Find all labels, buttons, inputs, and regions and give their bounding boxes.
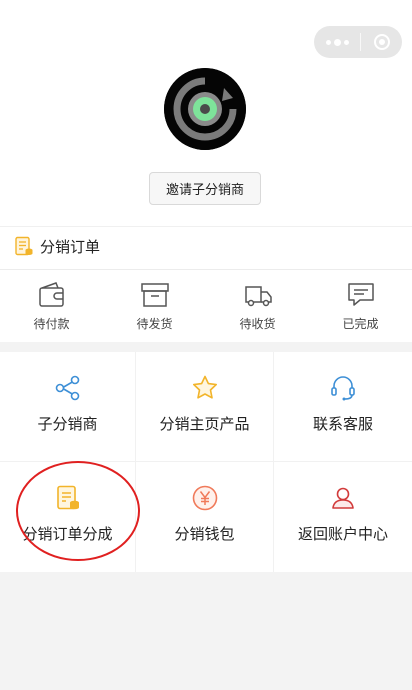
status-label: 待发货	[136, 317, 173, 331]
wallet-icon	[38, 282, 64, 307]
grid-item-label: 联系客服	[312, 415, 373, 433]
status-pending-shipment[interactable]: 待发货	[103, 281, 206, 339]
message-icon	[347, 283, 374, 306]
share-icon	[55, 375, 79, 401]
user-icon	[332, 487, 354, 509]
grid-item-label: 子分销商	[37, 415, 98, 433]
status-pending-receipt[interactable]: 待收货	[206, 281, 309, 339]
orders-header[interactable]: 分销订单	[14, 234, 100, 258]
grid-item-label: 分销主页产品	[159, 415, 250, 433]
logo-icon	[164, 68, 246, 150]
invite-sub-distributor-button[interactable]: 邀请子分销商	[149, 172, 261, 205]
order-list-icon	[56, 485, 79, 510]
orders-divider	[0, 269, 412, 270]
yen-coin-icon	[192, 485, 217, 511]
star-icon	[192, 375, 217, 399]
grid-item-label: 返回账户中心	[297, 525, 388, 543]
more-icon[interactable]	[314, 26, 360, 58]
mini-program-capsule	[314, 26, 402, 58]
close-target-icon[interactable]	[361, 26, 402, 58]
profile-header: 邀请子分销商	[0, 0, 412, 226]
truck-icon	[244, 286, 272, 307]
order-list-icon	[15, 236, 33, 256]
box-icon	[140, 283, 169, 307]
order-status-row: 待付款 待发货 待收货 已完成	[0, 281, 412, 339]
grid-item-label: 分销钱包	[174, 525, 235, 543]
status-label: 已完成	[342, 317, 379, 331]
headset-icon	[331, 376, 355, 401]
status-completed[interactable]: 已完成	[309, 281, 412, 339]
distribution-orders-section: 分销订单 待付款 待发货 待收货 已完成	[0, 226, 412, 342]
grid-item-homepage-products[interactable]: 分销主页产品	[136, 352, 274, 462]
feature-grid: 子分销商 分销主页产品 联系客服 分销订单分成 分销钱包 返回账户中心	[0, 352, 412, 572]
grid-item-contact-support[interactable]: 联系客服	[274, 352, 412, 462]
grid-item-order-commission[interactable]: 分销订单分成	[0, 462, 136, 572]
grid-item-sub-distributors[interactable]: 子分销商	[0, 352, 136, 462]
orders-title: 分销订单	[40, 237, 101, 256]
avatar	[164, 68, 246, 150]
status-label: 待付款	[33, 317, 70, 331]
grid-item-distribution-wallet[interactable]: 分销钱包	[136, 462, 274, 572]
grid-item-label: 分销订单分成	[22, 525, 113, 543]
grid-item-account-center[interactable]: 返回账户中心	[274, 462, 412, 572]
status-pending-payment[interactable]: 待付款	[0, 281, 103, 339]
status-label: 待收货	[239, 317, 276, 331]
